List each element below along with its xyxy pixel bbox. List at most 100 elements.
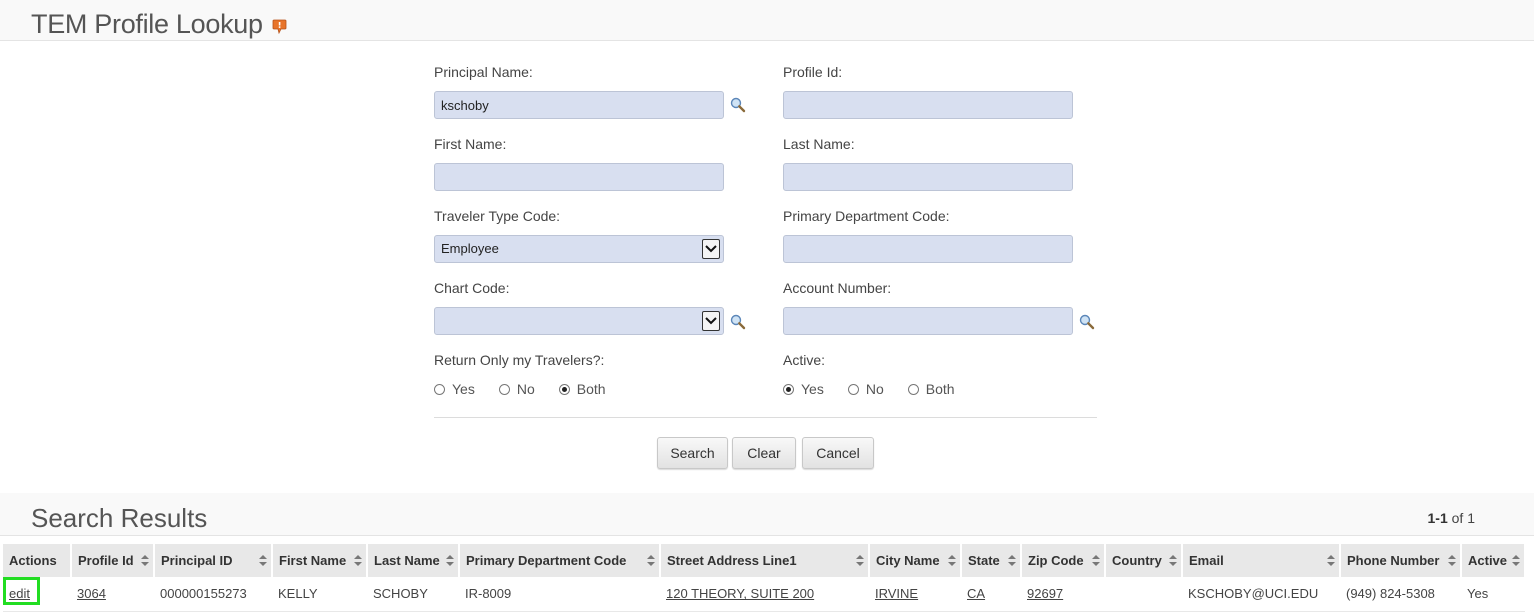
account-number-input[interactable] [783,307,1073,335]
state-link[interactable]: CA [967,586,985,601]
first-name-input[interactable] [434,163,724,191]
radio-label: Both [576,381,606,397]
sort-icon[interactable] [1008,555,1016,566]
column-header-actions: Actions [3,544,72,577]
table-header-row: Actions Profile Id Principal ID First Na… [3,544,1526,577]
email-cell: KSCHOBY@UCI.EDU [1182,577,1340,612]
column-header-active[interactable]: Active [1461,544,1526,577]
table-row: edit 3064 000000155273 KELLY SCHOBY IR-8… [3,577,1525,612]
chart-code-label: Chart Code: [434,280,510,296]
sort-icon[interactable] [856,555,864,566]
sort-icon[interactable] [354,555,362,566]
traveler-type-code-label: Traveler Type Code: [434,208,561,224]
clear-button[interactable]: Clear [732,437,796,469]
profile-id-input[interactable] [783,91,1073,119]
column-header-email[interactable]: Email [1182,544,1341,577]
column-header-state[interactable]: State [961,544,1022,577]
primary-department-code-input[interactable] [783,235,1073,263]
chevron-down-icon[interactable] [702,239,720,259]
sort-icon[interactable] [1092,555,1100,566]
account-number-lookup-icon[interactable] [1079,314,1095,330]
radio-label: Yes [452,381,475,397]
first-name-label: First Name: [434,136,507,152]
street-address-link[interactable]: 120 THEORY, SUITE 200 [666,586,814,601]
active-cell: Yes [1461,577,1525,612]
column-header-primary-department-code[interactable]: Primary Department Code [459,544,661,577]
column-header-phone-number[interactable]: Phone Number [1340,544,1462,577]
radio-button[interactable] [907,383,919,395]
column-header-street-address-line1[interactable]: Street Address Line1 [660,544,870,577]
zip-code-cell: 92697 [1021,577,1105,612]
principal-name-input[interactable] [434,91,724,119]
actions-cell: edit [3,577,71,612]
zip-code-link[interactable]: 92697 [1027,586,1063,601]
sort-icon[interactable] [259,555,267,566]
radio-option-no[interactable]: No [498,381,535,397]
principal-name-lookup-icon[interactable] [730,97,746,113]
radio-option-both[interactable]: Both [558,381,606,397]
radio-button-selected[interactable] [783,383,794,395]
radio-label: No [865,381,884,397]
radio-option-yes[interactable]: Yes [434,381,475,397]
first-name-cell: KELLY [272,577,367,612]
column-header-principal-id[interactable]: Principal ID [154,544,273,577]
column-header-profile-id[interactable]: Profile Id [71,544,155,577]
principal-id-cell: 000000155273 [154,577,272,612]
sort-icon[interactable] [141,555,149,566]
radio-label: Yes [801,381,824,397]
sort-icon[interactable] [647,555,655,566]
radio-button[interactable] [498,383,510,395]
chevron-down-icon[interactable] [702,311,720,331]
sort-icon[interactable] [1512,555,1520,566]
state-cell: CA [961,577,1021,612]
search-button[interactable]: Search [657,437,728,469]
sort-icon[interactable] [948,555,956,566]
page-header: TEM Profile Lookup [0,0,1534,41]
radio-button[interactable] [847,383,859,395]
sort-icon[interactable] [1327,555,1335,566]
search-results-header: Search Results 1-1 of 1 [0,493,1534,536]
account-number-label: Account Number: [783,280,892,296]
sort-icon[interactable] [1448,555,1456,566]
radio-label: Both [925,381,955,397]
column-header-last-name[interactable]: Last Name [367,544,460,577]
results-count-total: of 1 [1451,510,1475,526]
search-results-title: Search Results [31,503,208,533]
results-count-range: 1-1 [1427,510,1448,526]
radio-button[interactable] [434,383,445,395]
column-header-zip-code[interactable]: Zip Code [1021,544,1106,577]
city-name-link[interactable]: IRVINE [875,586,918,601]
column-header-first-name[interactable]: First Name [272,544,368,577]
results-count: 1-1 of 1 [1428,510,1475,526]
primary-department-code-label: Primary Department Code: [783,208,950,224]
sort-icon[interactable] [1169,555,1177,566]
radio-option-both[interactable]: Both [907,381,955,397]
chart-code-select[interactable] [434,307,724,335]
cancel-button[interactable]: Cancel [802,437,874,469]
last-name-cell: SCHOBY [367,577,459,612]
page-title: TEM Profile Lookup [31,9,263,39]
city-name-cell: IRVINE [869,577,961,612]
results-table: Actions Profile Id Principal ID First Na… [3,544,1526,612]
phone-number-cell: (949) 824-5308 [1340,577,1461,612]
profile-id-link[interactable]: 3064 [77,586,106,601]
street-address-cell: 120 THEORY, SUITE 200 [660,577,869,612]
radio-label: No [516,381,535,397]
last-name-label: Last Name: [783,136,855,152]
column-header-country[interactable]: Country [1105,544,1183,577]
traveler-type-code-value: Employee [441,241,499,256]
column-header-city-name[interactable]: City Name [869,544,962,577]
country-cell [1105,577,1182,612]
help-icon[interactable] [272,19,287,34]
return-only-my-travelers-radio-group: Yes No Both [434,381,630,397]
chart-code-lookup-icon[interactable] [730,314,746,330]
principal-name-label: Principal Name: [434,64,533,80]
last-name-input[interactable] [783,163,1073,191]
radio-button-selected[interactable] [558,383,570,395]
form-divider [434,417,1097,418]
radio-option-no[interactable]: No [847,381,884,397]
radio-option-yes[interactable]: Yes [783,381,824,397]
sort-icon[interactable] [446,555,454,566]
traveler-type-code-select[interactable]: Employee [434,235,724,263]
profile-id-cell: 3064 [71,577,154,612]
